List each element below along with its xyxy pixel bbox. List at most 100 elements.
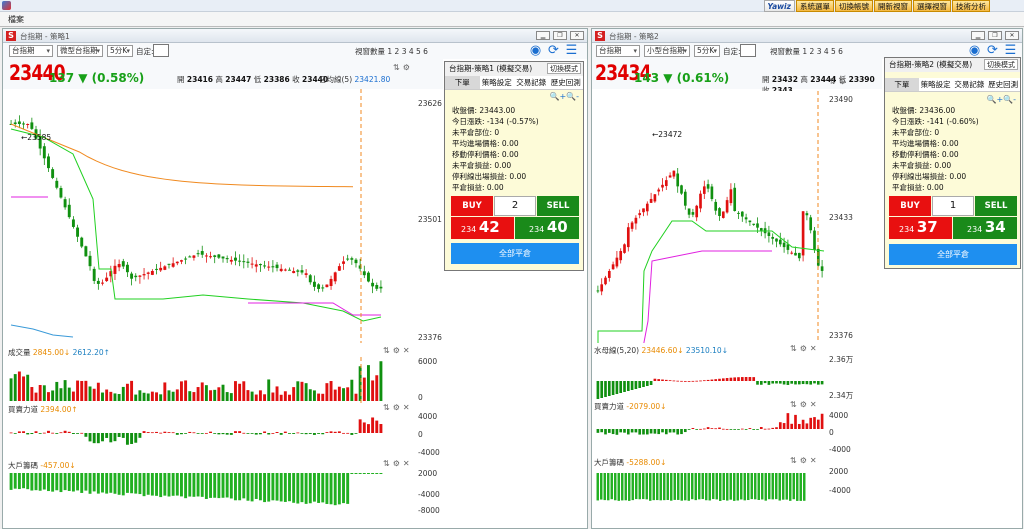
ma-bar xyxy=(737,377,740,381)
quantity-input[interactable]: 1 xyxy=(932,196,974,216)
custom-input[interactable] xyxy=(740,44,756,57)
refresh-icon[interactable]: ⟳ xyxy=(546,43,561,58)
refresh-icon[interactable]: ⟳ xyxy=(985,43,1000,58)
window-titlebar[interactable]: S 台指期 - 策略2 ▁ ❐ ✕ xyxy=(592,29,1022,43)
force-bar xyxy=(34,431,38,433)
tab-backtest[interactable]: 歷史回測 xyxy=(986,78,1020,91)
ma-bar xyxy=(645,381,649,386)
zoom-icons[interactable]: 🔍+🔍- xyxy=(986,95,1016,104)
view-count[interactable]: 視窗數量 1 2 3 4 5 6 xyxy=(770,46,843,57)
tab-order[interactable]: 下單 xyxy=(885,78,919,91)
candle-body xyxy=(88,255,92,267)
restore-icon[interactable]: ❐ xyxy=(553,31,567,40)
force-bar xyxy=(668,429,672,433)
signal-icon[interactable]: ◉ xyxy=(528,43,543,58)
volume-chart[interactable] xyxy=(3,357,415,403)
chart-tool-icons[interactable]: ⇅⚙ xyxy=(393,63,413,72)
big-holder-tool-icons[interactable]: ⇅⚙✕ xyxy=(383,459,413,468)
custom-input[interactable] xyxy=(153,44,169,57)
candle-body xyxy=(304,273,308,275)
sell-button[interactable]: SELL xyxy=(975,196,1017,216)
window-titlebar[interactable]: S 台指期 - 策略1 ▁ ❐ ✕ xyxy=(3,29,587,43)
zoom-icons[interactable]: 🔍+🔍- xyxy=(549,92,579,101)
big-holder-bar xyxy=(628,473,631,501)
candle-body xyxy=(683,191,687,206)
panel-line: 今日漲跌: -141 (-0.60%) xyxy=(892,117,979,126)
tech-analysis-button[interactable]: 技術分析 xyxy=(952,0,990,12)
market-select[interactable]: 台指期 xyxy=(9,45,53,57)
tab-order[interactable]: 下單 xyxy=(445,76,480,89)
restore-icon[interactable]: ❐ xyxy=(988,31,1002,40)
force-tool-icons[interactable]: ⇅⚙✕ xyxy=(383,403,413,412)
ma-bar xyxy=(729,377,733,381)
big-holder-tool-icons[interactable]: ⇅⚙✕ xyxy=(790,456,820,465)
price-chart[interactable] xyxy=(592,91,828,343)
close-all-button[interactable]: 全部平倉 xyxy=(451,243,579,264)
force-tool-icons[interactable]: ⇅⚙✕ xyxy=(790,400,820,409)
tab-strategy[interactable]: 策略設定 xyxy=(919,78,953,91)
product-select[interactable]: 小型台指期 xyxy=(644,45,690,57)
price-chart[interactable] xyxy=(3,89,415,343)
big-holder-bar xyxy=(764,473,767,501)
buy-button[interactable]: BUY xyxy=(451,196,493,216)
force-bar xyxy=(744,429,748,430)
strategy-panel: 台指期-策略1 (模擬交易) 切換模式 下單 策略設定 交易記錄 歷史回測 🔍+… xyxy=(444,61,584,271)
menu-file[interactable]: 檔案 xyxy=(8,14,24,25)
minimize-icon[interactable]: ▁ xyxy=(536,31,550,40)
tab-records[interactable]: 交易記錄 xyxy=(514,76,549,89)
force-bar xyxy=(748,428,752,429)
force-bar xyxy=(321,433,325,435)
force-bar xyxy=(695,429,699,430)
big-holder-bar xyxy=(726,473,729,501)
candle-body xyxy=(254,264,258,267)
interval-select[interactable]: 5分K xyxy=(107,45,133,57)
big-holder-chart[interactable] xyxy=(3,469,415,525)
switch-account-button[interactable]: 切換帳號 xyxy=(835,0,873,12)
system-menu-button[interactable]: 系統選單 xyxy=(796,0,834,12)
force-chart[interactable] xyxy=(592,411,828,455)
big-holder-bar xyxy=(635,473,638,500)
sell-button[interactable]: SELL xyxy=(537,196,579,216)
close-all-button[interactable]: 全部平倉 xyxy=(889,244,1017,265)
big-holder-bar xyxy=(715,473,718,500)
buy-button[interactable]: BUY xyxy=(889,196,931,216)
product-select[interactable]: 微型台指期 xyxy=(57,45,103,57)
switch-mode-button[interactable]: 切換模式 xyxy=(547,63,581,74)
close-icon[interactable]: ✕ xyxy=(570,31,584,40)
chart-tool-icons[interactable]: ⇅⚙ xyxy=(829,77,849,86)
volume-bar xyxy=(146,393,150,401)
user-list-icon[interactable]: ☰ xyxy=(1003,43,1018,58)
user-list-icon[interactable]: ☰ xyxy=(564,43,579,58)
view-count[interactable]: 視窗數量 1 2 3 4 5 6 xyxy=(355,46,428,57)
market-select[interactable]: 台指期 xyxy=(596,45,640,57)
volume-bar xyxy=(88,386,92,401)
tab-strategy[interactable]: 策略設定 xyxy=(480,76,515,89)
ma-tool-icons[interactable]: ⇅⚙✕ xyxy=(790,344,820,353)
force-bar xyxy=(619,429,623,433)
volume-tool-icons[interactable]: ⇅⚙✕ xyxy=(383,346,413,355)
ma-bar xyxy=(699,380,702,382)
force-chart[interactable] xyxy=(3,413,415,457)
switch-mode-button[interactable]: 切換模式 xyxy=(984,59,1018,70)
panel-line: 平均進場價格: 0.00 xyxy=(452,139,519,148)
tab-records[interactable]: 交易記錄 xyxy=(953,78,987,91)
signal-icon[interactable]: ◉ xyxy=(967,43,982,58)
force-bar xyxy=(737,429,740,430)
ma-chart[interactable] xyxy=(592,355,828,399)
interval-select[interactable]: 5分K xyxy=(694,45,720,57)
force-bar xyxy=(275,431,279,433)
select-window-button[interactable]: 選擇視窗 xyxy=(913,0,951,12)
big-holder-chart[interactable] xyxy=(592,467,828,523)
quantity-input[interactable]: 2 xyxy=(494,196,536,216)
minimize-icon[interactable]: ▁ xyxy=(971,31,985,40)
close-icon[interactable]: ✕ xyxy=(1005,31,1019,40)
tab-backtest[interactable]: 歷史回測 xyxy=(549,76,584,89)
candle-body xyxy=(775,238,778,242)
force-bar xyxy=(38,433,42,434)
new-window-button[interactable]: 開新視窗 xyxy=(874,0,912,12)
panel-line: 未平倉部位: 0 xyxy=(892,128,940,137)
big-holder-bar xyxy=(346,473,350,504)
app-icon[interactable] xyxy=(2,1,11,10)
force-bar xyxy=(254,433,258,435)
ma-bar xyxy=(642,381,645,387)
